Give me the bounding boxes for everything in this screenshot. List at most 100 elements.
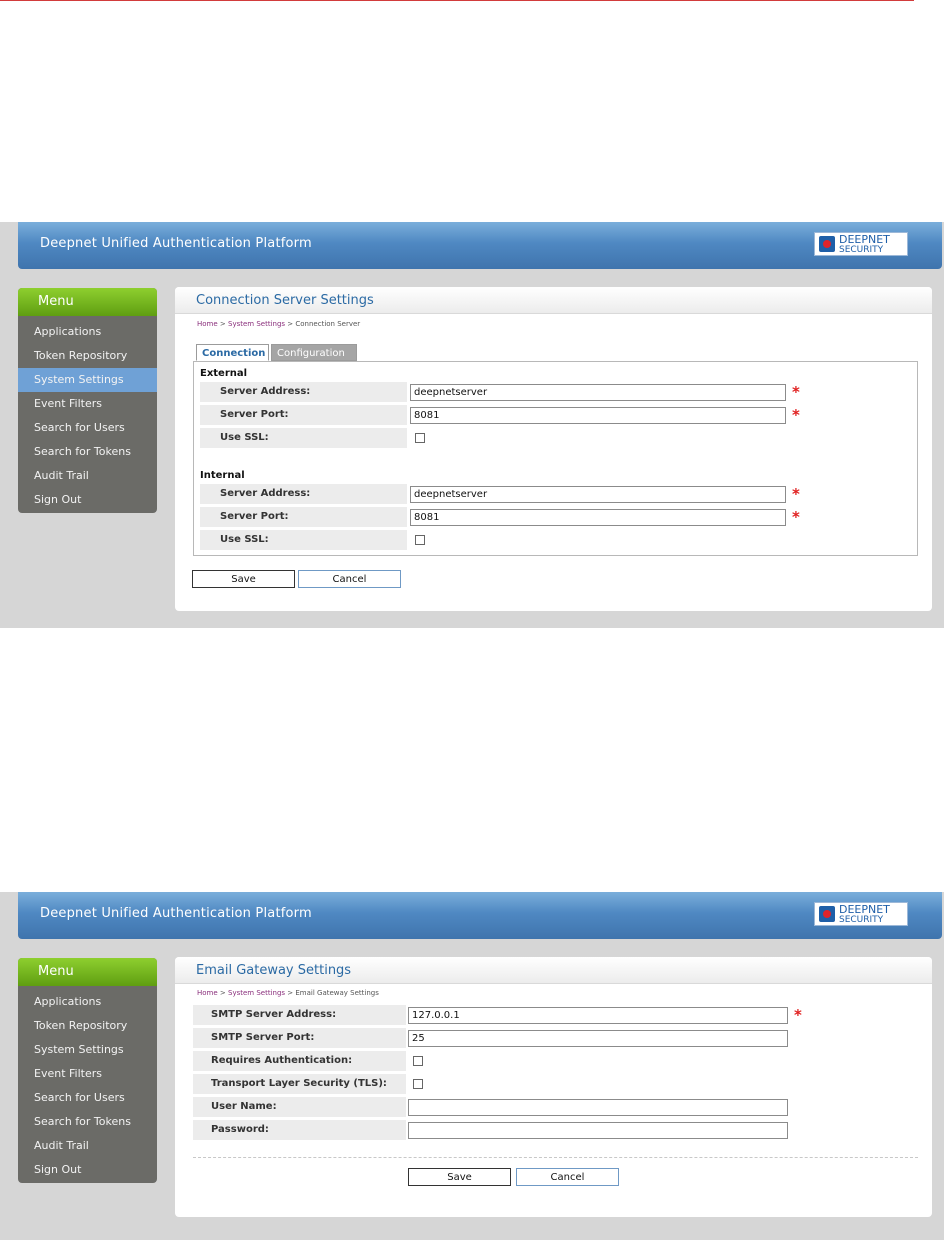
menu-item-search-tokens[interactable]: Search for Tokens [18,440,157,464]
smtp-address-input[interactable] [408,1007,788,1024]
breadcrumb-home[interactable]: Home [197,320,218,328]
internal-ssl-checkbox[interactable] [415,535,425,545]
required-marker: * [794,1006,802,1024]
breadcrumb-current: Email Gateway Settings [295,989,379,997]
breadcrumb-sep: > [217,320,228,328]
password-input[interactable] [408,1122,788,1139]
menu-item-token-repository[interactable]: Token Repository [18,1014,157,1038]
menu-item-search-tokens[interactable]: Search for Tokens [18,1110,157,1134]
row-external-address: Server Address: * [200,382,910,402]
app-title: Deepnet Unified Authentication Platform [40,906,312,921]
internal-ssl-label: Use SSL: [200,530,407,550]
save-button[interactable]: Save [192,570,295,588]
save-button[interactable]: Save [408,1168,511,1186]
menu-item-event-filters[interactable]: Event Filters [18,392,157,416]
row-smtp-port: SMTP Server Port: [193,1028,923,1048]
menu-item-audit-trail[interactable]: Audit Trail [18,464,157,488]
breadcrumb-system-settings[interactable]: System Settings [228,989,285,997]
tls-label: Transport Layer Security (TLS): [193,1074,406,1094]
external-ssl-label: Use SSL: [200,428,407,448]
row-requires-auth: Requires Authentication: [193,1051,923,1071]
breadcrumb-sep: > [217,989,228,997]
requires-auth-label: Requires Authentication: [193,1051,406,1071]
sidebar-menu: Menu Applications Token Repository Syste… [18,288,157,513]
menu-item-system-settings[interactable]: System Settings [18,368,157,392]
page-title: Connection Server Settings [196,293,374,308]
menu-item-sign-out[interactable]: Sign Out [18,1158,157,1182]
screenshot-email-gateway: Deepnet Unified Authentication Platform … [0,892,944,1240]
required-marker: * [792,383,800,401]
external-port-label: Server Port: [200,405,407,425]
menu-item-event-filters[interactable]: Event Filters [18,1062,157,1086]
sidebar-menu: Menu Applications Token Repository Syste… [18,958,157,1183]
external-port-input[interactable] [410,407,786,424]
internal-port-label: Server Port: [200,507,407,527]
tab-connection[interactable]: Connection [196,344,269,361]
breadcrumb-system-settings[interactable]: System Settings [228,320,285,328]
page-top-rule [0,0,914,1]
breadcrumb-current: Connection Server [295,320,361,328]
content-panel: Email Gateway Settings Home > System Set… [175,957,932,1217]
form-divider [193,1157,918,1158]
required-marker: * [792,508,800,526]
logo-line2: SECURITY [839,245,884,255]
app-header: Deepnet Unified Authentication Platform … [18,892,942,939]
tab-configuration[interactable]: Configuration [271,344,357,361]
row-password: Password: [193,1120,923,1140]
menu-item-audit-trail[interactable]: Audit Trail [18,1134,157,1158]
username-label: User Name: [193,1097,406,1117]
internal-address-input[interactable] [410,486,786,503]
breadcrumb-sep: > [285,989,296,997]
page-title: Email Gateway Settings [196,963,352,978]
logo-icon [819,906,835,922]
app-header: Deepnet Unified Authentication Platform … [18,222,942,269]
smtp-port-input[interactable] [408,1030,788,1047]
breadcrumb-sep: > [285,320,296,328]
menu-item-token-repository[interactable]: Token Repository [18,344,157,368]
requires-auth-checkbox[interactable] [413,1056,423,1066]
menu-item-search-users[interactable]: Search for Users [18,1086,157,1110]
tab-content: External Server Address: * Server Port: … [193,361,918,556]
row-internal-address: Server Address: * [200,484,910,504]
breadcrumb: Home > System Settings > Email Gateway S… [197,989,379,997]
section-external-heading: External [200,368,248,379]
menu-title: Menu [18,958,157,986]
content-panel: Connection Server Settings Home > System… [175,287,932,611]
breadcrumb-home[interactable]: Home [197,989,218,997]
smtp-port-label: SMTP Server Port: [193,1028,406,1048]
username-input[interactable] [408,1099,788,1116]
row-username: User Name: [193,1097,923,1117]
password-label: Password: [193,1120,406,1140]
row-smtp-address: SMTP Server Address: * [193,1005,923,1025]
deepnet-logo: DEEPNET SECURITY [814,902,908,926]
tls-checkbox[interactable] [413,1079,423,1089]
required-marker: * [792,485,800,503]
logo-line2: SECURITY [839,915,884,925]
breadcrumb: Home > System Settings > Connection Serv… [197,320,360,328]
internal-address-label: Server Address: [200,484,407,504]
deepnet-logo: DEEPNET SECURITY [814,232,908,256]
row-external-port: Server Port: * [200,405,910,425]
row-internal-port: Server Port: * [200,507,910,527]
menu-item-applications[interactable]: Applications [18,320,157,344]
row-external-ssl: Use SSL: [200,428,910,448]
cancel-button[interactable]: Cancel [298,570,401,588]
menu-title: Menu [18,288,157,316]
smtp-address-label: SMTP Server Address: [193,1005,406,1025]
cancel-button[interactable]: Cancel [516,1168,619,1186]
menu-item-search-users[interactable]: Search for Users [18,416,157,440]
screenshot-connection-server: Deepnet Unified Authentication Platform … [0,222,944,628]
external-address-input[interactable] [410,384,786,401]
menu-item-applications[interactable]: Applications [18,990,157,1014]
logo-icon [819,236,835,252]
required-marker: * [792,406,800,424]
app-title: Deepnet Unified Authentication Platform [40,236,312,251]
row-internal-ssl: Use SSL: [200,530,910,550]
section-internal-heading: Internal [200,470,245,481]
row-tls: Transport Layer Security (TLS): [193,1074,923,1094]
external-ssl-checkbox[interactable] [415,433,425,443]
internal-port-input[interactable] [410,509,786,526]
menu-item-system-settings[interactable]: System Settings [18,1038,157,1062]
menu-item-sign-out[interactable]: Sign Out [18,488,157,512]
external-address-label: Server Address: [200,382,407,402]
